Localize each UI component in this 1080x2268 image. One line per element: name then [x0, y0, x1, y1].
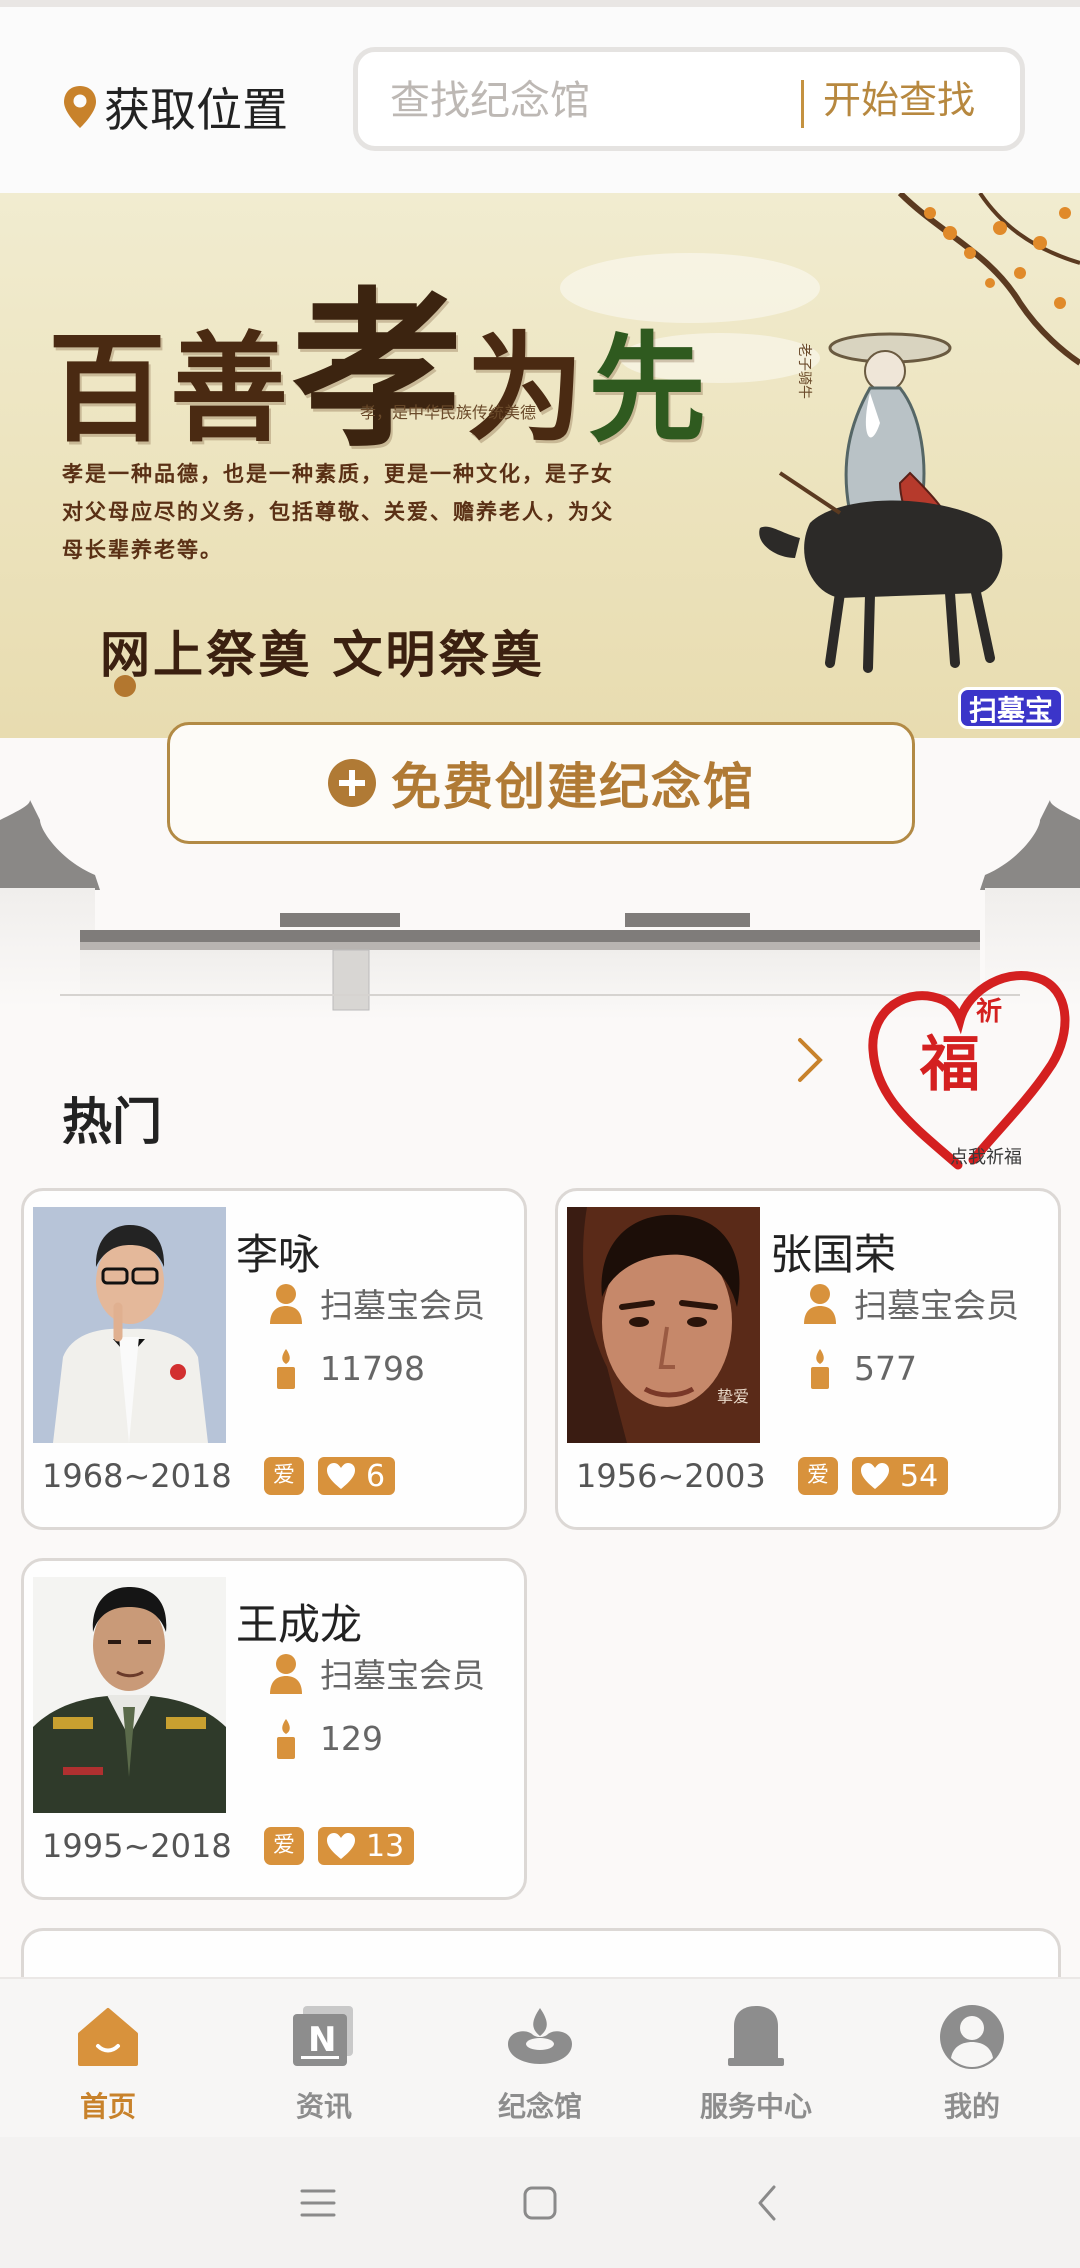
memorial-icon — [508, 2008, 572, 2064]
news-icon: N — [293, 2006, 353, 2066]
like-count: 13 — [366, 1828, 405, 1864]
memorial-card[interactable]: 李咏 扫墓宝会员 11798 1968~2018 爱 6 — [21, 1188, 527, 1530]
banner-carousel[interactable]: 百善孝为先 孝，是中华民族传统美德 孝是一种品德，也是一种素质，更是一种文化，是… — [0, 193, 1080, 738]
status-bar — [0, 0, 1080, 7]
memorial-years: 1995~2018 — [42, 1827, 232, 1865]
candle-count: 129 — [320, 1718, 383, 1758]
candle-icon — [277, 1719, 295, 1759]
memorial-photo — [33, 1207, 226, 1443]
member-row: 扫墓宝会员 — [802, 1279, 1019, 1327]
heart-icon — [327, 1833, 355, 1859]
location-button[interactable]: 获取位置 — [62, 77, 288, 137]
tombstone-icon — [728, 2006, 784, 2066]
blessing-small-char: 祈 — [976, 997, 1002, 1027]
person-icon — [270, 1284, 302, 1324]
love-tag: 爱 — [798, 1457, 838, 1495]
blessing-heart-icon[interactable]: 福 祈 — [858, 960, 1080, 1170]
chevron-right-icon[interactable] — [790, 1030, 830, 1090]
like-count: 6 — [366, 1458, 386, 1494]
like-count: 54 — [900, 1458, 939, 1494]
candle-count: 577 — [854, 1348, 917, 1388]
memorial-photo — [33, 1577, 226, 1813]
nav-service[interactable]: 服务中心 — [648, 1979, 864, 2139]
search-box: 开始查找 — [353, 47, 1025, 151]
candle-row: 129 — [268, 1717, 383, 1759]
memorial-photo: 挚爱 — [567, 1207, 760, 1443]
nav-memorial[interactable]: 纪念馆 — [432, 1979, 648, 2139]
section-title-hot: 热门 — [62, 1093, 162, 1151]
candle-count: 11798 — [320, 1348, 425, 1388]
banner-title: 百善孝为先 — [48, 271, 711, 471]
memorial-name: 张国荣 — [770, 1230, 897, 1279]
nav-news-label: 资讯 — [295, 2090, 352, 2123]
home-icon — [78, 2008, 138, 2066]
candle-icon — [811, 1349, 829, 1389]
memorial-card[interactable]: 王成龙 扫墓宝会员 129 1995~2018 爱 13 — [21, 1558, 527, 1900]
love-row: 爱 6 — [264, 1457, 396, 1495]
memorial-name: 王成龙 — [236, 1600, 363, 1649]
banner-slogan: 网上祭奠 文明祭奠 — [100, 625, 545, 684]
heart-icon — [327, 1463, 355, 1489]
header: 获取位置 开始查找 — [0, 7, 1080, 193]
bottom-navigation: 首页 N 资讯 纪念馆 服务中心 我的 — [0, 1977, 1080, 2139]
member-label: 扫墓宝会员 — [854, 1286, 1019, 1325]
location-label: 获取位置 — [104, 83, 288, 137]
memorial-name: 李咏 — [236, 1230, 321, 1279]
like-badge[interactable]: 13 — [318, 1827, 415, 1865]
profile-icon — [940, 2005, 1004, 2069]
create-memorial-label: 免费创建纪念馆 — [391, 758, 755, 816]
member-label: 扫墓宝会员 — [320, 1656, 485, 1695]
search-button[interactable]: 开始查找 — [823, 70, 975, 130]
back-icon[interactable] — [740, 2175, 796, 2231]
nav-profile[interactable]: 我的 — [864, 1979, 1080, 2139]
memorial-card[interactable]: 挚爱 张国荣 扫墓宝会员 577 1956~2003 爱 54 — [555, 1188, 1061, 1530]
nav-home[interactable]: 首页 — [0, 1979, 216, 2139]
memorial-years: 1968~2018 — [42, 1457, 232, 1495]
search-divider — [801, 80, 804, 128]
photo-signature: 挚爱 — [717, 1387, 749, 1406]
nav-memorial-label: 纪念馆 — [497, 2090, 582, 2123]
member-row: 扫墓宝会员 — [268, 1279, 485, 1327]
nav-service-label: 服务中心 — [699, 2090, 812, 2123]
member-label: 扫墓宝会员 — [320, 1286, 485, 1325]
banner-subtitle: 孝，是中华民族传统美德 — [360, 403, 537, 422]
home-square-icon[interactable] — [512, 2175, 568, 2231]
like-badge[interactable]: 54 — [852, 1457, 949, 1495]
memorial-years: 1956~2003 — [576, 1457, 766, 1495]
banner-description: 孝是一种品德，也是一种素质，更是一种文化，是子女对父母应尽的义务，包括尊敬、关爱… — [62, 462, 614, 562]
nav-news[interactable]: N 资讯 — [216, 1979, 432, 2139]
member-row: 扫墓宝会员 — [268, 1649, 485, 1697]
blessing-char: 福 — [919, 1030, 980, 1100]
system-navigation-bar — [0, 2137, 1080, 2268]
brand-badge: 扫墓宝 — [958, 687, 1064, 729]
person-icon — [270, 1654, 302, 1694]
carousel-indicator-dot[interactable] — [114, 675, 136, 697]
love-row: 爱 54 — [798, 1457, 949, 1495]
candle-row: 577 — [802, 1347, 917, 1389]
love-tag: 爱 — [264, 1827, 304, 1865]
search-input[interactable] — [388, 70, 832, 132]
like-badge[interactable]: 6 — [318, 1457, 396, 1495]
candle-row: 11798 — [268, 1347, 425, 1389]
svg-text:N: N — [308, 2020, 336, 2060]
svg-text:老子骑牛: 老子骑牛 — [796, 343, 812, 399]
love-row: 爱 13 — [264, 1827, 415, 1865]
nav-home-label: 首页 — [79, 2090, 136, 2123]
candle-icon — [277, 1349, 295, 1389]
heart-icon — [861, 1463, 889, 1489]
banner-painting-illustration: 老子骑牛 — [759, 193, 1080, 673]
create-memorial-button[interactable]: 免费创建纪念馆 — [167, 722, 915, 844]
nav-profile-label: 我的 — [943, 2090, 1000, 2123]
menu-icon[interactable] — [290, 2175, 346, 2231]
plus-circle-icon — [328, 759, 376, 807]
location-pin-icon — [64, 86, 96, 128]
love-tag: 爱 — [264, 1457, 304, 1495]
blessing-label: 点我祈福 — [950, 1147, 1022, 1168]
person-icon — [804, 1284, 836, 1324]
